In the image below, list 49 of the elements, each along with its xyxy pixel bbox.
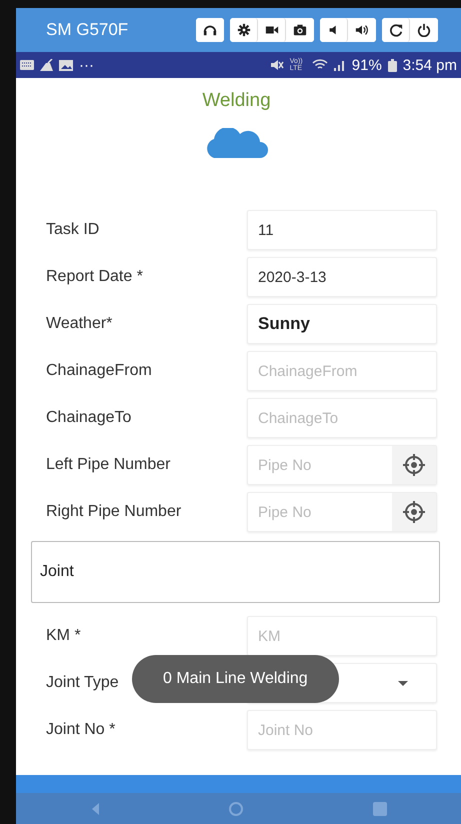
target-icon (402, 453, 426, 477)
camera-icon (293, 23, 307, 37)
field-label: Right Pipe Number (46, 503, 182, 521)
pipe-number-input[interactable]: Pipe No (258, 456, 392, 474)
target-icon (402, 500, 426, 524)
weather-field[interactable]: Sunny (247, 304, 437, 344)
device-name: SM G570F (46, 20, 130, 40)
input-field[interactable]: 11 (247, 210, 437, 250)
battery-icon (388, 58, 397, 72)
more-notifications: ··· (79, 56, 94, 74)
input-field[interactable]: KM (247, 616, 437, 656)
power-icon (417, 23, 431, 37)
field-label: ChainageFrom (46, 362, 152, 380)
volume-up-icon (355, 23, 369, 37)
settings-button[interactable] (230, 18, 258, 42)
headset-icon (203, 23, 217, 37)
image-icon (59, 60, 73, 70)
target-button[interactable] (392, 446, 436, 484)
battery-percent: 91% (352, 56, 382, 74)
target-button[interactable] (392, 493, 436, 531)
rotate-button[interactable] (382, 18, 410, 42)
headset-button[interactable] (196, 18, 224, 42)
welding-toast: 0 Main Line Welding (132, 655, 339, 703)
pipe-number-field[interactable]: Pipe No (247, 492, 437, 532)
volume-down-button[interactable] (320, 18, 348, 42)
rotate-icon (388, 23, 402, 37)
pipe-number-input[interactable]: Pipe No (258, 504, 392, 520)
field-label: Left Pipe Number (46, 456, 171, 474)
screen-title: Welding (202, 90, 271, 112)
field-label: KM * (46, 627, 81, 645)
input-field[interactable]: ChainageTo (247, 398, 437, 438)
mute-icon (270, 59, 284, 71)
input-field[interactable]: 2020-3-13 (247, 257, 437, 297)
wifi-icon (312, 59, 328, 71)
field-label: Weather* (46, 315, 112, 333)
pipe-number-field[interactable]: Pipe No (247, 445, 437, 485)
section-title: Joint (40, 563, 74, 581)
field-label: Joint No * (46, 721, 116, 739)
signal-icon (334, 59, 346, 71)
field-label: Joint Type (46, 674, 119, 692)
input-field[interactable]: ChainageFrom (247, 351, 437, 391)
field-label: Report Date * (46, 268, 143, 286)
clock-time: 3:54 pm (402, 56, 457, 74)
settings-icon (236, 23, 250, 37)
field-label: Task ID (46, 221, 100, 239)
field-label: ChainageTo (46, 409, 132, 427)
keyboard-icon (20, 60, 34, 70)
caret-icon (398, 680, 408, 686)
input-field[interactable]: Joint No (247, 710, 437, 750)
